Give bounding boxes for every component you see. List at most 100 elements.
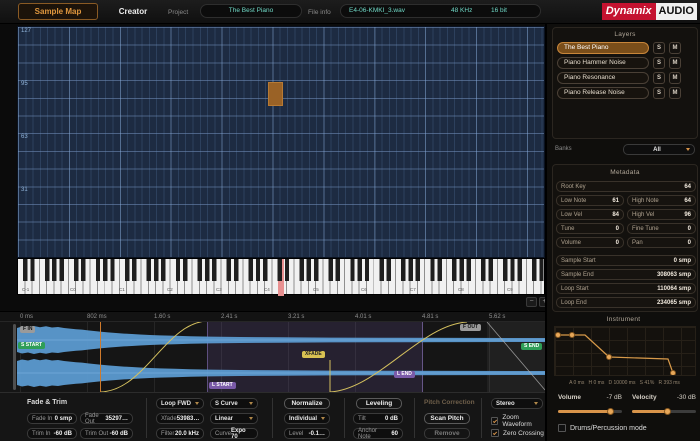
trim-in-field[interactable]: Trim In-60 dB: [27, 428, 77, 439]
key-label: C2: [167, 287, 173, 292]
xfade-field[interactable]: Xfade53983…: [156, 413, 204, 424]
solo-button[interactable]: S: [653, 42, 665, 54]
fade-in-field[interactable]: Fade In0 smp: [27, 413, 77, 424]
sample-end-field[interactable]: Sample End308063 smp: [556, 269, 696, 280]
file-info-field[interactable]: E4-06-KMKI_3.wav 48 KHz 16 bit: [340, 4, 541, 18]
zero-crossing-checkbox[interactable]: Zero Crossing: [491, 429, 544, 437]
black-keys[interactable]: [18, 259, 546, 281]
divider: [414, 398, 415, 438]
velocity-slider[interactable]: [632, 410, 696, 413]
loop-mode-dropdown[interactable]: Loop FWD: [156, 398, 204, 409]
solo-button[interactable]: S: [653, 57, 665, 69]
waveform-canvas: [0, 322, 545, 392]
ruler-tick: 5.62 s: [489, 314, 505, 320]
velocity-label-31: 31: [21, 187, 28, 193]
layer-item[interactable]: Piano Resonance: [557, 72, 649, 84]
map-zoom-out-button[interactable]: −: [526, 297, 537, 307]
xfade-curve-dropdown[interactable]: Linear: [210, 413, 258, 424]
fade-in-marker[interactable]: F IN: [20, 326, 35, 333]
file-name: E4-06-KMKI_3.wav: [349, 5, 405, 17]
piano-keyboard[interactable]: C-1 C0 C1 C2 C3 C4 C5 C6 C7 C8 C9: [17, 258, 545, 295]
low-vel-field[interactable]: Low Vel84: [556, 209, 624, 220]
waveform-editor[interactable]: F IN S START L START XFADE L END F OUT S…: [0, 322, 545, 392]
normalize-mode-dropdown[interactable]: Individual: [284, 413, 330, 424]
leveling-button[interactable]: Leveling: [356, 398, 402, 409]
ruler-tick: 802 ms: [87, 314, 107, 320]
tab-sample-map[interactable]: Sample Map: [18, 3, 98, 20]
envelope-node: [556, 333, 561, 338]
trim-out-field[interactable]: Trim Out-60 dB: [80, 428, 133, 439]
envelope-editor[interactable]: [554, 326, 696, 376]
mute-button[interactable]: M: [669, 42, 681, 54]
bit-depth: 16 bit: [491, 5, 507, 17]
high-vel-field[interactable]: High Vel96: [627, 209, 696, 220]
banks-label: Banks: [555, 146, 572, 152]
sample-end-marker[interactable]: S END: [521, 343, 542, 350]
mute-button[interactable]: M: [669, 57, 681, 69]
level-field[interactable]: Level-0.1…: [284, 428, 330, 439]
key-label: C9: [507, 287, 513, 292]
tilt-field[interactable]: Tilt0 dB: [353, 413, 403, 424]
tab-creator[interactable]: Creator: [102, 3, 164, 20]
divider: [344, 398, 345, 438]
selected-sample-zone[interactable]: [268, 82, 283, 106]
sample-start-field[interactable]: Sample Start0 smp: [556, 255, 696, 266]
chevron-down-icon: [534, 402, 538, 405]
fade-trim-title: Fade & Trim: [27, 399, 67, 406]
sample-map-grid[interactable]: 127 95 63 31: [17, 26, 545, 258]
low-note-field[interactable]: Low Note61: [556, 195, 624, 206]
filter-field[interactable]: Filter20.0 kHz: [156, 428, 204, 439]
root-key-field[interactable]: Root Key64: [556, 181, 696, 192]
loop-end-field[interactable]: Loop End234065 smp: [556, 297, 696, 308]
loop-shape-dropdown[interactable]: S Curve: [210, 398, 258, 409]
stereo-mode-dropdown[interactable]: Stereo: [491, 398, 543, 409]
envelope-readout: A 0 ms H 0 ms D 10000 ms S 41% R 393 ms: [547, 380, 700, 386]
ruler-tick: 1.60 s: [154, 314, 170, 320]
fade-out-field[interactable]: Fade Out35297…: [80, 413, 133, 424]
pan-field[interactable]: Pan0: [627, 237, 696, 248]
mute-button[interactable]: M: [669, 72, 681, 84]
volume-slider-knob[interactable]: [607, 408, 614, 415]
velocity-slider-knob[interactable]: [664, 408, 671, 415]
fine-tune-field[interactable]: Fine Tune0: [627, 223, 696, 234]
file-info-label: File info: [308, 9, 331, 16]
top-bar: Sample Map Creator Project The Best Pian…: [0, 0, 700, 24]
key-label: C5: [313, 287, 319, 292]
loop-start-field[interactable]: Loop Start110064 smp: [556, 283, 696, 294]
drums-percussion-checkbox[interactable]: Drums/Percussion mode: [558, 424, 647, 432]
tune-field[interactable]: Tune0: [556, 223, 624, 234]
mute-button[interactable]: M: [669, 87, 681, 99]
banks-dropdown[interactable]: All: [623, 144, 695, 155]
fade-out-marker[interactable]: F OUT: [460, 324, 481, 331]
xfade-marker[interactable]: XFADE: [302, 351, 325, 358]
volume-slider[interactable]: [558, 410, 622, 413]
instrument-title: Instrument: [547, 316, 700, 323]
ruler-tick: 3.21 s: [288, 314, 304, 320]
key-label: C3: [216, 287, 222, 292]
layer-item[interactable]: The Best Piano: [557, 42, 649, 54]
layer-item[interactable]: Piano Hammer Noise: [557, 57, 649, 69]
fade-out-line: [487, 322, 545, 390]
zoom-waveform-checkbox[interactable]: Zoom Waveform: [491, 414, 545, 428]
volume-field[interactable]: Volume0: [556, 237, 624, 248]
velocity-label-127: 127: [21, 28, 31, 34]
loop-start-marker[interactable]: L START: [209, 382, 236, 389]
right-panel: Layers The Best Piano S M Piano Hammer N…: [545, 24, 700, 441]
solo-button[interactable]: S: [653, 87, 665, 99]
sample-start-marker[interactable]: S START: [18, 342, 45, 349]
key-label: C1: [119, 287, 125, 292]
normalize-button[interactable]: Normalize: [284, 398, 330, 409]
remove-pitch-button[interactable]: Remove: [424, 428, 470, 439]
waveform-channels: [17, 326, 545, 387]
scan-pitch-button[interactable]: Scan Pitch: [424, 413, 470, 424]
solo-button[interactable]: S: [653, 72, 665, 84]
layer-item[interactable]: Piano Release Noise: [557, 87, 649, 99]
metadata-title: Metadata: [553, 169, 697, 176]
key-label: C8: [458, 287, 464, 292]
anchor-note-field[interactable]: Anchor Note60: [353, 428, 403, 439]
velocity-readout: Velocity -30 dB: [632, 394, 696, 401]
project-name-field[interactable]: The Best Piano: [200, 4, 302, 18]
curve-field[interactable]: CurveExpo 70: [210, 428, 258, 439]
high-note-field[interactable]: High Note64: [627, 195, 696, 206]
loop-end-marker[interactable]: L END: [394, 371, 415, 378]
